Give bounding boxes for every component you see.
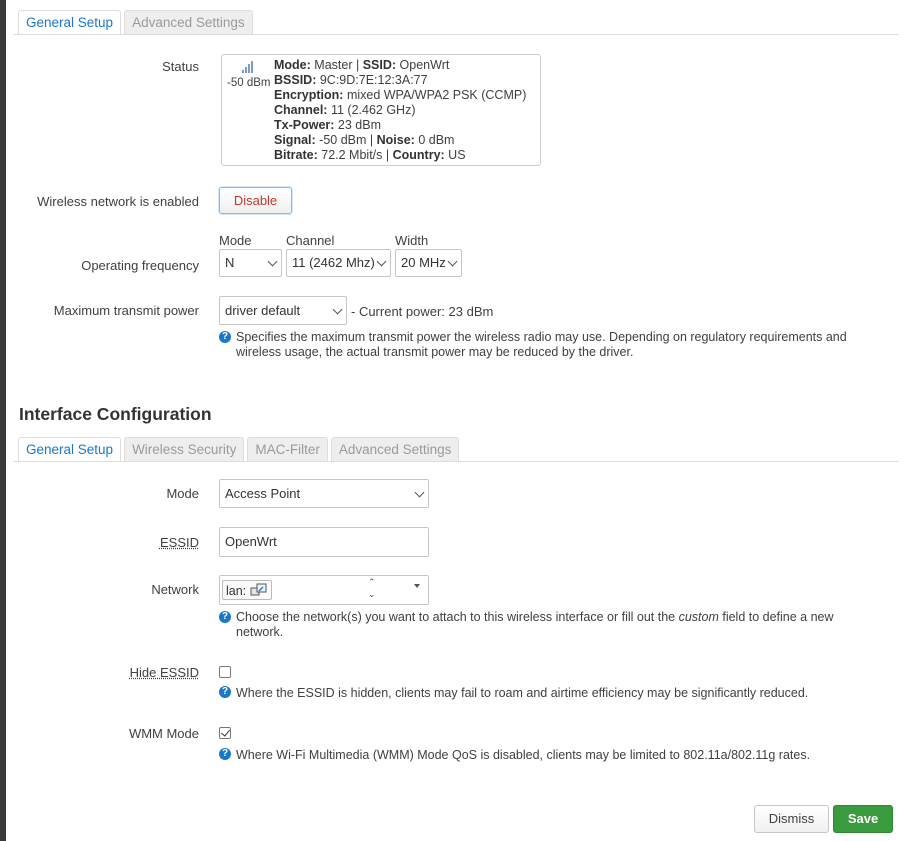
if-mode-label: Mode [166,486,199,501]
network-chip-lan[interactable]: lan: [222,580,272,600]
chevron-down-icon [447,256,458,267]
tab-general-setup[interactable]: General Setup [18,10,122,35]
tab-advanced-settings[interactable]: Advanced Settings [124,10,253,34]
status-label: Status [162,59,199,74]
network-help: Choose the network(s) you want to attach… [236,610,834,639]
wmm-mode-checkbox[interactable] [219,727,231,739]
arrow-up-icon[interactable]: ⌃ [368,577,376,588]
if-mode-select[interactable]: Access Point [219,479,429,508]
hide-essid-label: Hide ESSID [129,665,199,680]
width-select[interactable]: 20 MHz [395,249,462,277]
interface-tabs: General Setup Wireless Security MAC-Filt… [18,437,460,462]
caret-down-icon[interactable] [414,584,420,588]
help-icon: ? [219,748,231,760]
tab-divider [13,34,899,35]
interface-config-heading: Interface Configuration [19,404,212,424]
tab-divider [13,461,899,462]
checkmark-icon [221,727,230,737]
network-dropdown[interactable]: lan: ⌃ ⌄ [219,575,429,605]
wmm-mode-label: WMM Mode [128,726,199,741]
wireless-enabled-label: Wireless network is enabled [37,194,199,209]
tx-power-label: Maximum transmit power [53,303,199,318]
arrow-down-icon[interactable]: ⌄ [368,589,376,600]
disable-button[interactable]: Disable [219,187,292,214]
network-interfaces-icon [250,583,267,596]
help-icon: ? [219,686,231,698]
tab-wireless-security[interactable]: Wireless Security [124,437,245,461]
tx-power-help: Specifies the maximum transmit power the… [236,330,847,359]
signal-bars-icon [242,61,256,73]
chevron-down-icon [332,304,343,314]
tab-mac-filter[interactable]: MAC-Filter [247,437,328,461]
chevron-down-icon [267,256,278,267]
channel-select[interactable]: 11 (2462 Mhz) [286,249,391,277]
help-icon: ? [219,611,231,623]
network-label: Network [151,582,199,597]
wmm-mode-help: Where Wi-Fi Multimedia (WMM) Mode QoS is… [236,748,811,762]
help-icon: ? [219,331,231,343]
status-details: Mode: Master | SSID: OpenWrt BSSID: 9C:9… [274,58,527,162]
chevron-down-icon [376,256,387,267]
channel-sublabel: Channel [286,233,335,248]
operating-frequency-label: Operating frequency [81,258,199,273]
current-power: - Current power: 23 dBm [351,304,494,319]
essid-input[interactable]: OpenWrt [219,527,429,557]
dismiss-button[interactable]: Dismiss [754,805,829,833]
save-button[interactable]: Save [833,805,893,833]
essid-label: ESSID [159,535,199,550]
hide-essid-checkbox[interactable] [219,666,231,678]
tab-advanced-settings[interactable]: Advanced Settings [330,437,460,461]
signal-dbm: -50 dBm [227,77,271,89]
mode-sublabel: Mode [219,233,252,248]
status-box: -50 dBm Mode: Master | SSID: OpenWrt BSS… [221,54,541,166]
background-window-edge [0,0,6,841]
tx-power-select[interactable]: driver default [219,296,347,325]
width-sublabel: Width [395,233,429,248]
mode-select[interactable]: N [219,249,282,277]
chevron-down-icon [414,487,425,497]
hide-essid-help: Where the ESSID is hidden, clients may f… [236,686,809,700]
device-tabs: General Setup Advanced Settings [18,10,253,35]
tab-general-setup[interactable]: General Setup [18,437,122,462]
